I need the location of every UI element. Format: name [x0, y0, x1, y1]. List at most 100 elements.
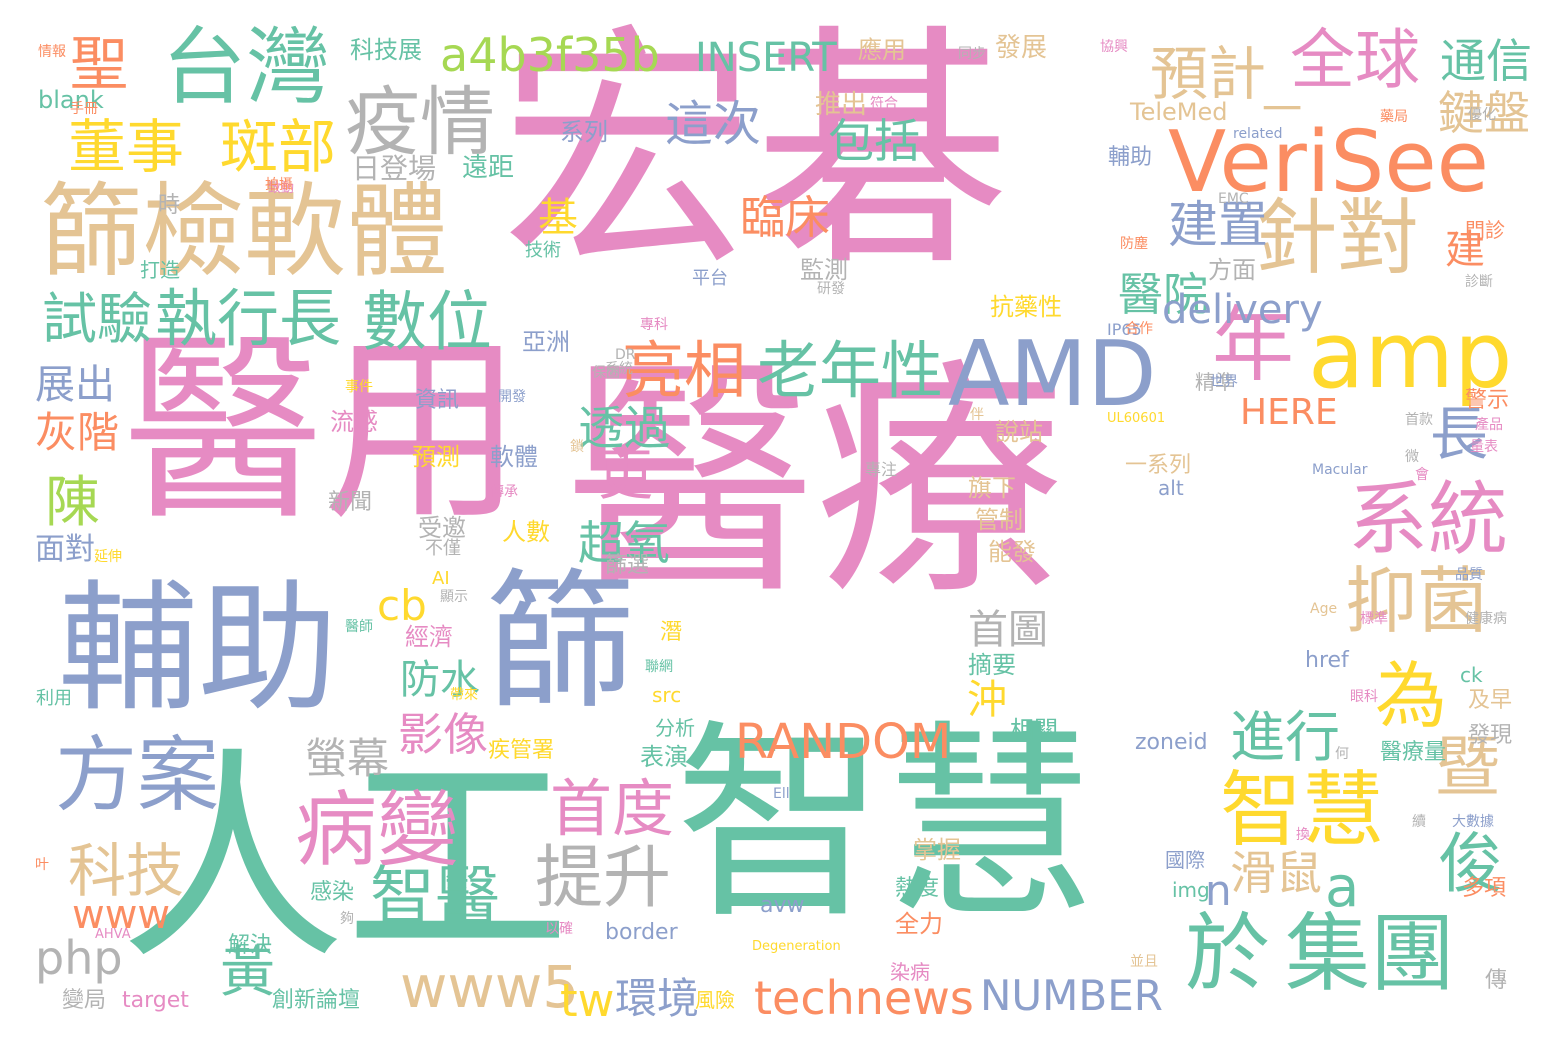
word-57: 臨床	[740, 191, 831, 244]
word-164: Age	[1310, 601, 1338, 617]
word-36: 環境	[615, 974, 700, 1023]
word-8: 台灣	[162, 18, 331, 116]
word-92: 抗藥性	[990, 293, 1062, 321]
word-130: 創新論壇	[272, 988, 361, 1013]
word-152: related	[1233, 126, 1283, 142]
word-67: cb	[377, 581, 427, 630]
word-150: 協興	[1100, 39, 1128, 55]
word-34: www5	[400, 953, 580, 1021]
word-178: 開發	[498, 389, 526, 405]
word-120: 國際	[1165, 848, 1205, 872]
word-63: HERE	[1240, 392, 1338, 433]
word-191: 續	[1412, 814, 1426, 830]
word-104: 流感	[330, 408, 378, 436]
word-135: 發現	[1468, 723, 1513, 748]
word-128: 染病	[890, 960, 930, 984]
word-42: 進行	[1230, 705, 1341, 769]
word-86: 應用	[858, 36, 906, 64]
word-64: 更	[598, 443, 654, 507]
word-40: 螢幕	[305, 734, 390, 783]
word-17: 系統	[1348, 473, 1508, 566]
word-131: target	[122, 988, 189, 1013]
word-192: 符合	[870, 96, 898, 112]
word-28: 首度	[550, 772, 675, 845]
word-138: 門診	[1465, 218, 1505, 242]
word-96: 旗下	[968, 474, 1016, 502]
word-182: 微	[1405, 449, 1419, 465]
word-190: 換	[1296, 827, 1310, 843]
word-137: 警示	[1465, 388, 1510, 413]
word-202: 手冊	[70, 101, 98, 117]
word-14: 全球	[1290, 23, 1421, 98]
word-144: 利用	[36, 688, 72, 709]
word-13: 針對	[1255, 191, 1420, 286]
word-122: 多項	[1462, 876, 1507, 901]
word-189: 何	[1335, 746, 1349, 762]
word-29: 提升	[535, 839, 672, 918]
word-176: 並且	[1130, 954, 1158, 970]
word-154: 研發	[817, 281, 845, 297]
word-132: 變局	[62, 988, 107, 1013]
word-9: 疫情	[345, 78, 496, 166]
word-186: 藥局	[1380, 109, 1408, 125]
word-168: 大數據	[1452, 814, 1494, 830]
word-185: 延伸	[94, 549, 122, 565]
word-22: 於	[1185, 905, 1271, 1004]
word-166: 健康病	[1465, 611, 1507, 627]
word-49: 斑部	[220, 113, 337, 181]
word-75: 灰階	[35, 408, 120, 457]
word-71: 滑鼠	[1230, 846, 1322, 900]
word-161: Macular	[1312, 462, 1368, 478]
word-47: 試驗	[42, 287, 153, 351]
word-84: 輔助	[1108, 145, 1153, 170]
word-51: a4b3f35b	[440, 28, 660, 82]
word-69: 首圖	[968, 607, 1048, 653]
word-2: 醫用	[123, 315, 524, 548]
word-140: 技術	[525, 240, 561, 261]
word-41: 影像	[398, 708, 489, 761]
word-50: 聖	[70, 30, 129, 98]
word-165: 標準	[1360, 611, 1388, 627]
word-93: 亞洲	[522, 328, 570, 356]
word-197: 量表	[1470, 439, 1498, 455]
word-177: 帶來	[450, 687, 478, 703]
word-25: 方案	[55, 728, 220, 823]
word-184: 傳承	[490, 484, 518, 500]
word-183: 夠	[340, 911, 354, 927]
word-125: 全力	[895, 910, 943, 938]
word-160: 產品	[1475, 417, 1503, 433]
word-83: 推出	[815, 90, 868, 120]
word-76: 展出	[35, 362, 115, 408]
word-45: 數位	[362, 285, 493, 360]
word-103: 軟體	[490, 443, 538, 471]
word-35: tw	[560, 974, 615, 1027]
word-85: 科技展	[350, 36, 422, 64]
word-147: 潛	[660, 620, 683, 645]
word-7: 篩檢軟體	[40, 173, 448, 292]
word-153: EMC	[1218, 191, 1249, 207]
word-99: 一系列	[1125, 453, 1192, 478]
word-111: href	[1305, 648, 1349, 673]
word-53: 預計	[1150, 40, 1267, 108]
word-201: 優化	[1468, 107, 1496, 123]
word-23: 集團	[1285, 905, 1456, 1004]
word-157: 合作	[1125, 321, 1153, 337]
word-180: 顯示	[440, 589, 468, 605]
word-5: 輔助	[58, 568, 339, 731]
word-193: 防塵	[1120, 236, 1148, 252]
word-39: RANDOM	[735, 714, 952, 770]
word-54: 通信	[1440, 34, 1532, 88]
word-188: 伴	[970, 407, 984, 423]
word-70: 沖	[967, 677, 1007, 723]
word-172: 醫師	[345, 619, 373, 635]
word-171: AHVA	[95, 927, 131, 942]
word-174: DR	[615, 347, 636, 363]
word-89: 遠距	[462, 153, 515, 183]
word-78: 基	[538, 195, 578, 241]
word-141: 平台	[692, 268, 728, 289]
word-87: 發展	[995, 33, 1048, 63]
word-109: 經濟	[405, 623, 453, 651]
word-61: delivery	[1162, 287, 1323, 333]
word-198: 拍攝	[265, 177, 293, 193]
word-134: 感染	[310, 880, 355, 905]
